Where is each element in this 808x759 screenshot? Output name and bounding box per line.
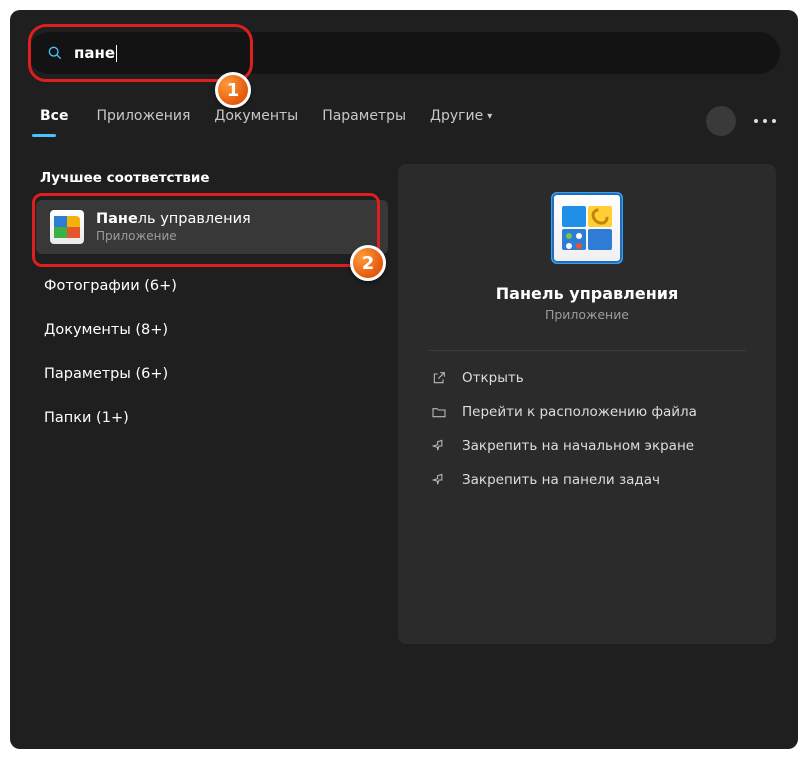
chevron-down-icon: ▾ [487, 111, 492, 122]
best-match-label: Лучшее соответствие [40, 170, 388, 186]
results-list: Лучшее соответствие Панель управления Пр… [28, 164, 388, 644]
pin-icon [430, 471, 448, 489]
action-pin-start[interactable]: Закрепить на начальном экране [428, 429, 746, 463]
tab-apps[interactable]: Приложения [86, 102, 200, 130]
best-match-item[interactable]: Панель управления Приложение [36, 200, 388, 254]
annotation-badge-1: 1 [215, 72, 251, 108]
open-icon [430, 369, 448, 387]
tab-params[interactable]: Параметры [312, 102, 416, 130]
start-search-panel: пане Все Приложения Документы Параметры … [10, 10, 798, 749]
search-icon [46, 44, 64, 62]
tab-all[interactable]: Все [30, 102, 82, 130]
pin-icon [430, 437, 448, 455]
category-photos[interactable]: Фотографии (6+) [36, 264, 388, 308]
tab-other[interactable]: Другие ▾ [420, 102, 502, 130]
search-input[interactable]: пане [28, 32, 780, 74]
divider [428, 350, 746, 351]
category-documents[interactable]: Документы (8+) [36, 308, 388, 352]
preview-title: Панель управления [496, 284, 678, 303]
more-button[interactable] [754, 119, 776, 123]
best-match-subtitle: Приложение [96, 229, 251, 243]
filter-tabs: Все Приложения Документы Параметры Други… [28, 102, 780, 130]
action-open[interactable]: Открыть [428, 361, 746, 395]
action-pin-taskbar[interactable]: Закрепить на панели задач [428, 463, 746, 497]
preview-panel: Панель управления Приложение Открыть Пер… [398, 164, 776, 644]
category-params[interactable]: Параметры (6+) [36, 352, 388, 396]
action-file-location[interactable]: Перейти к расположению файла [428, 395, 746, 429]
preview-app-icon [551, 192, 623, 264]
search-query: пане [74, 44, 117, 62]
active-tab-underline [32, 134, 56, 137]
category-folders[interactable]: Папки (1+) [36, 396, 388, 440]
best-match-title: Панель управления [96, 211, 251, 227]
preview-subtitle: Приложение [545, 307, 629, 322]
user-avatar[interactable] [706, 106, 736, 136]
annotation-badge-2: 2 [350, 245, 386, 281]
folder-icon [430, 403, 448, 421]
control-panel-icon [50, 210, 84, 244]
tab-documents[interactable]: Документы [204, 102, 308, 130]
